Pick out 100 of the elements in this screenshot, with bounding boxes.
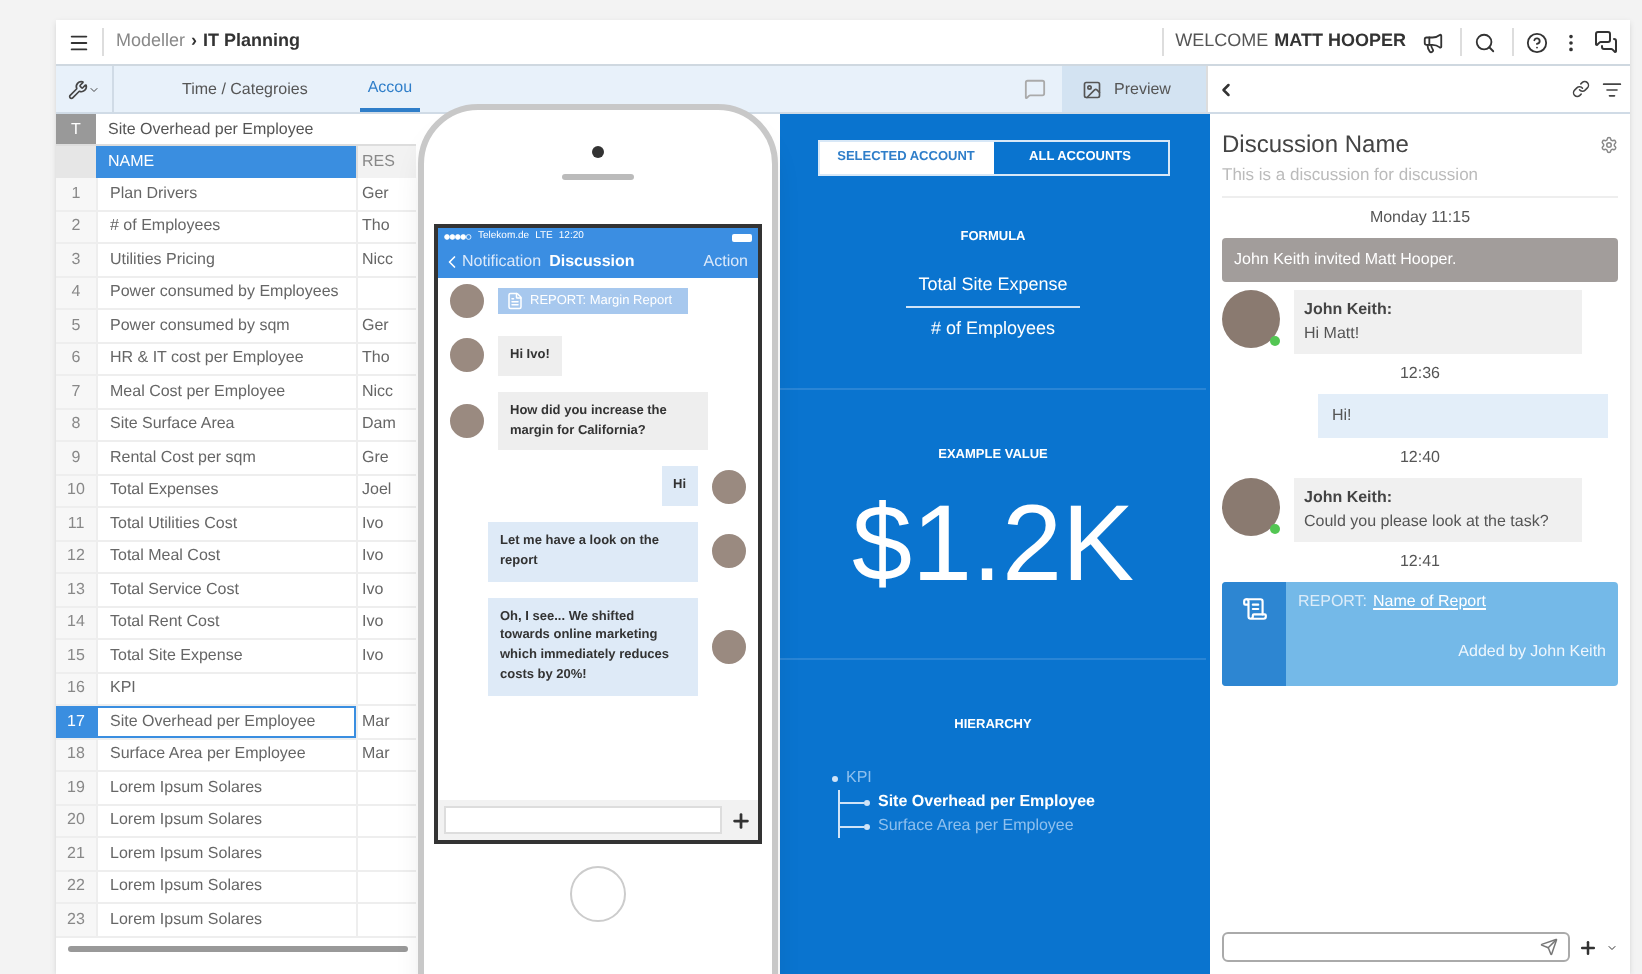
signal-icon	[444, 234, 472, 240]
table-row[interactable]: 21 Lorem Ipsum Solares	[56, 838, 416, 871]
table-cell: Nicc	[356, 376, 416, 407]
table-cell: Total Rent Cost	[96, 607, 356, 638]
screen-title: Discussion	[549, 250, 635, 274]
table-row[interactable]: 14 Total Rent Cost Ivo	[56, 607, 416, 640]
search-icon[interactable]	[1474, 31, 1496, 53]
table-row[interactable]: 1 Plan Drivers Ger	[56, 178, 416, 211]
timestamp: 12:41	[1399, 549, 1441, 574]
table-cell: Tho	[356, 343, 416, 374]
phone-speaker	[562, 174, 634, 180]
table-cell: Lorem Ipsum Solares	[96, 871, 356, 902]
table-cell: Lorem Ipsum Solares	[96, 838, 356, 869]
user-name[interactable]: MATT HOOPER	[1274, 28, 1406, 56]
breadcrumb-item[interactable]: Modeller	[116, 28, 186, 56]
table-row[interactable]: 2 # of Employees Tho	[56, 211, 416, 244]
table-row[interactable]: 11 Total Utilities Cost Ivo	[56, 508, 416, 541]
timestamp: 12:40	[1399, 445, 1441, 470]
menu-icon[interactable]	[68, 31, 90, 53]
row-number: 6	[56, 343, 96, 374]
table-cell: Site Surface Area	[96, 409, 356, 440]
discussion-title: Discussion Name	[1222, 128, 1409, 162]
table-cell: Total Utilities Cost	[96, 508, 356, 539]
avatar	[448, 282, 486, 320]
table-row[interactable]: 7 Meal Cost per Employee Nicc	[56, 376, 416, 409]
caret-icon[interactable]	[1606, 941, 1618, 953]
system-notice: John Keith invited Matt Hooper.	[1222, 237, 1618, 282]
discussion-subtitle: This is a discussion for discussion	[1222, 162, 1618, 198]
chat-icon[interactable]	[1594, 30, 1618, 54]
table-row[interactable]: 22 Lorem Ipsum Solares	[56, 871, 416, 904]
message-bubble: Hi!	[1318, 393, 1608, 438]
row-number: 23	[56, 904, 96, 935]
table-cell: Plan Drivers	[96, 178, 356, 209]
row-number: 19	[56, 772, 96, 803]
table-row[interactable]: 23 Lorem Ipsum Solares	[56, 904, 416, 937]
row-number: 14	[56, 607, 96, 638]
table-cell: Ger	[356, 310, 416, 341]
example-value: $1.2K	[851, 481, 1135, 607]
table-row[interactable]: 4 Power consumed by Employees	[56, 277, 416, 310]
phone-camera	[592, 146, 604, 158]
preview-button[interactable]: Preview	[1062, 66, 1206, 112]
avatar	[1222, 289, 1280, 348]
table-cell: Ger	[356, 178, 416, 209]
list-icon[interactable]	[1602, 79, 1622, 99]
add-icon[interactable]	[730, 809, 752, 831]
row-type-marker: T	[56, 114, 96, 144]
table-cell: Total Site Expense	[96, 640, 356, 671]
timestamp: Monday 11:15	[1369, 205, 1471, 230]
table-row[interactable]: 17 Site Overhead per Employee Mar	[56, 706, 416, 739]
table-row[interactable]: 5 Power consumed by sqm Ger	[56, 310, 416, 343]
row-number: 17	[56, 706, 96, 737]
hierarchy-item[interactable]: Site Overhead per Employee	[878, 790, 1095, 815]
row-number: 10	[56, 475, 96, 506]
avatar	[448, 336, 486, 375]
table-row[interactable]: 12 Total Meal Cost Ivo	[56, 541, 416, 574]
table-cell: Joel	[356, 475, 416, 506]
send-icon[interactable]	[1540, 938, 1558, 956]
table-cell: Rental Cost per sqm	[96, 442, 356, 473]
report-label: REPORT:	[1298, 589, 1368, 614]
table-row[interactable]: 20 Lorem Ipsum Solares	[56, 805, 416, 838]
formula-denominator: # of Employees	[930, 316, 1056, 343]
breadcrumb-item[interactable]: IT Planning	[203, 28, 301, 56]
table-row[interactable]: 3 Utilities Pricing Nicc	[56, 244, 416, 277]
table-cell: Nicc	[356, 244, 416, 275]
column-header[interactable]: RES	[356, 146, 416, 178]
column-header[interactable]: NAME	[96, 146, 356, 178]
table-row[interactable]: 6 HR & IT cost per Employee Tho	[56, 343, 416, 376]
document-icon	[1241, 595, 1267, 622]
tab[interactable]: Time / Categroies	[174, 66, 316, 112]
message-input[interactable]	[1222, 932, 1570, 962]
table-cell: Meal Cost per Employee	[96, 376, 356, 407]
message-text: Hi Matt!	[1304, 321, 1362, 346]
table-row[interactable]: 18 Surface Area per Employee Mar	[56, 739, 416, 772]
table-row[interactable]: 10 Total Expenses Joel	[56, 475, 416, 508]
table-cell: Lorem Ipsum Solares	[96, 805, 356, 836]
table-row[interactable]: 8 Site Surface Area Dam	[56, 409, 416, 442]
table-row[interactable]: 9 Rental Cost per sqm Gre	[56, 442, 416, 475]
wrench-icon[interactable]	[68, 79, 88, 99]
table-row[interactable]: 15 Total Site Expense Ivo	[56, 640, 416, 673]
row-number: 9	[56, 442, 96, 473]
megaphone-icon[interactable]	[1422, 31, 1444, 53]
add-icon[interactable]	[1578, 937, 1598, 957]
scrollbar[interactable]	[68, 945, 408, 951]
collapse-icon[interactable]	[1216, 79, 1236, 99]
link-icon[interactable]	[1572, 80, 1590, 98]
table-cell: Mar	[356, 739, 416, 770]
table-cell: Total Meal Cost	[96, 541, 356, 572]
table-row[interactable]: 13 Total Service Cost Ivo	[56, 574, 416, 607]
welcome-text: WELCOME	[1175, 28, 1269, 55]
table-cell: Total Service Cost	[96, 574, 356, 605]
avatar	[710, 532, 748, 571]
help-icon[interactable]	[1526, 31, 1548, 53]
breadcrumb-separator: ›	[191, 28, 198, 55]
settings-icon[interactable]	[1600, 135, 1618, 153]
table-row[interactable]: 19 Lorem Ipsum Solares	[56, 772, 416, 805]
timestamp: 12:36	[1399, 361, 1441, 386]
report-footer: Added by John Keith	[1458, 639, 1606, 664]
table-cell: Power consumed by Employees	[96, 277, 356, 308]
table-cell: # of Employees	[96, 211, 356, 242]
formula-numerator: Total Site Expense	[906, 271, 1080, 309]
